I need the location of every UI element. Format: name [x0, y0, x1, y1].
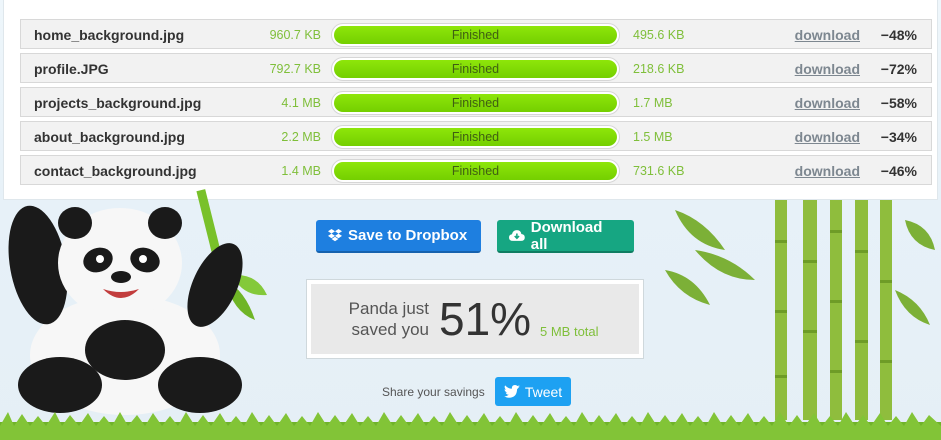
savings-summary-inner: Panda just saved you 51% 5 MB total — [311, 284, 639, 354]
share-savings-label: Share your savings — [382, 385, 485, 399]
saving-percent: −72% — [880, 61, 917, 77]
saving-percent: −46% — [880, 163, 917, 179]
file-row: about_background.jpg 2.2 MB Finished 1.5 MB… — [20, 121, 932, 151]
savings-label: Panda just saved you — [348, 299, 429, 339]
dropbox-icon — [328, 229, 342, 242]
save-to-dropbox-label: Save to Dropbox — [348, 227, 468, 244]
saving-percent: −58% — [880, 95, 917, 111]
cloud-download-icon — [509, 229, 525, 241]
file-name: profile.JPG — [34, 61, 109, 77]
savings-summary-box: Panda just saved you 51% 5 MB total — [306, 279, 644, 359]
file-name: projects_background.jpg — [34, 95, 202, 111]
download-all-label: Download all — [530, 218, 603, 253]
download-link[interactable]: download — [795, 95, 860, 111]
file-name: contact_background.jpg — [34, 163, 197, 179]
compressed-size: 218.6 KB — [633, 62, 685, 76]
saving-percent: −48% — [880, 27, 917, 43]
progress-bar: Finished — [331, 91, 620, 115]
original-size: 4.1 MB — [281, 96, 321, 110]
tweet-label: Tweet — [524, 383, 563, 400]
download-link[interactable]: download — [795, 163, 860, 179]
progress-bar: Finished — [331, 57, 620, 81]
progress-bar: Finished — [331, 125, 620, 149]
savings-percent: 51% — [439, 293, 532, 345]
compressed-size: 495.6 KB — [633, 28, 685, 42]
file-name: home_background.jpg — [34, 27, 185, 43]
compressed-size: 1.5 MB — [633, 130, 673, 144]
panda-mascot-illustration — [8, 189, 267, 415]
tweet-button[interactable]: Tweet — [495, 377, 571, 406]
saving-percent: −34% — [880, 129, 917, 145]
save-to-dropbox-button[interactable]: Save to Dropbox — [316, 220, 481, 253]
download-link[interactable]: download — [795, 27, 860, 43]
progress-fill: Finished — [334, 162, 617, 180]
progress-fill: Finished — [334, 60, 617, 78]
original-size: 960.7 KB — [269, 28, 321, 42]
file-row: home_background.jpg 960.7 KB Finished 495.6… — [20, 19, 932, 49]
grass-strip-illustration — [0, 412, 941, 440]
bamboo-forest-illustration — [665, 200, 935, 420]
progress-fill: Finished — [334, 26, 617, 44]
download-all-button[interactable]: Download all — [497, 218, 634, 253]
file-list-panel: home_background.jpg 960.7 KB Finished 495.6… — [3, 0, 938, 200]
file-row: profile.JPG 792.7 KB Finished 218.6 KB downl… — [20, 53, 932, 83]
savings-total: 5 MB total — [540, 324, 599, 339]
compressed-size: 1.7 MB — [633, 96, 673, 110]
original-size: 2.2 MB — [281, 130, 321, 144]
twitter-bird-icon — [503, 385, 520, 398]
progress-bar: Finished — [331, 159, 620, 183]
original-size: 1.4 MB — [281, 164, 321, 178]
progress-bar: Finished — [331, 23, 620, 47]
file-name: about_background.jpg — [34, 129, 185, 145]
progress-fill: Finished — [334, 128, 617, 146]
download-link[interactable]: download — [795, 129, 860, 145]
download-link[interactable]: download — [795, 61, 860, 77]
original-size: 792.7 KB — [269, 62, 321, 76]
progress-fill: Finished — [334, 94, 617, 112]
file-row: projects_background.jpg 4.1 MB Finished 1.7… — [20, 87, 932, 117]
file-row: contact_background.jpg 1.4 MB Finished 731.… — [20, 155, 932, 185]
compressed-size: 731.6 KB — [633, 164, 685, 178]
